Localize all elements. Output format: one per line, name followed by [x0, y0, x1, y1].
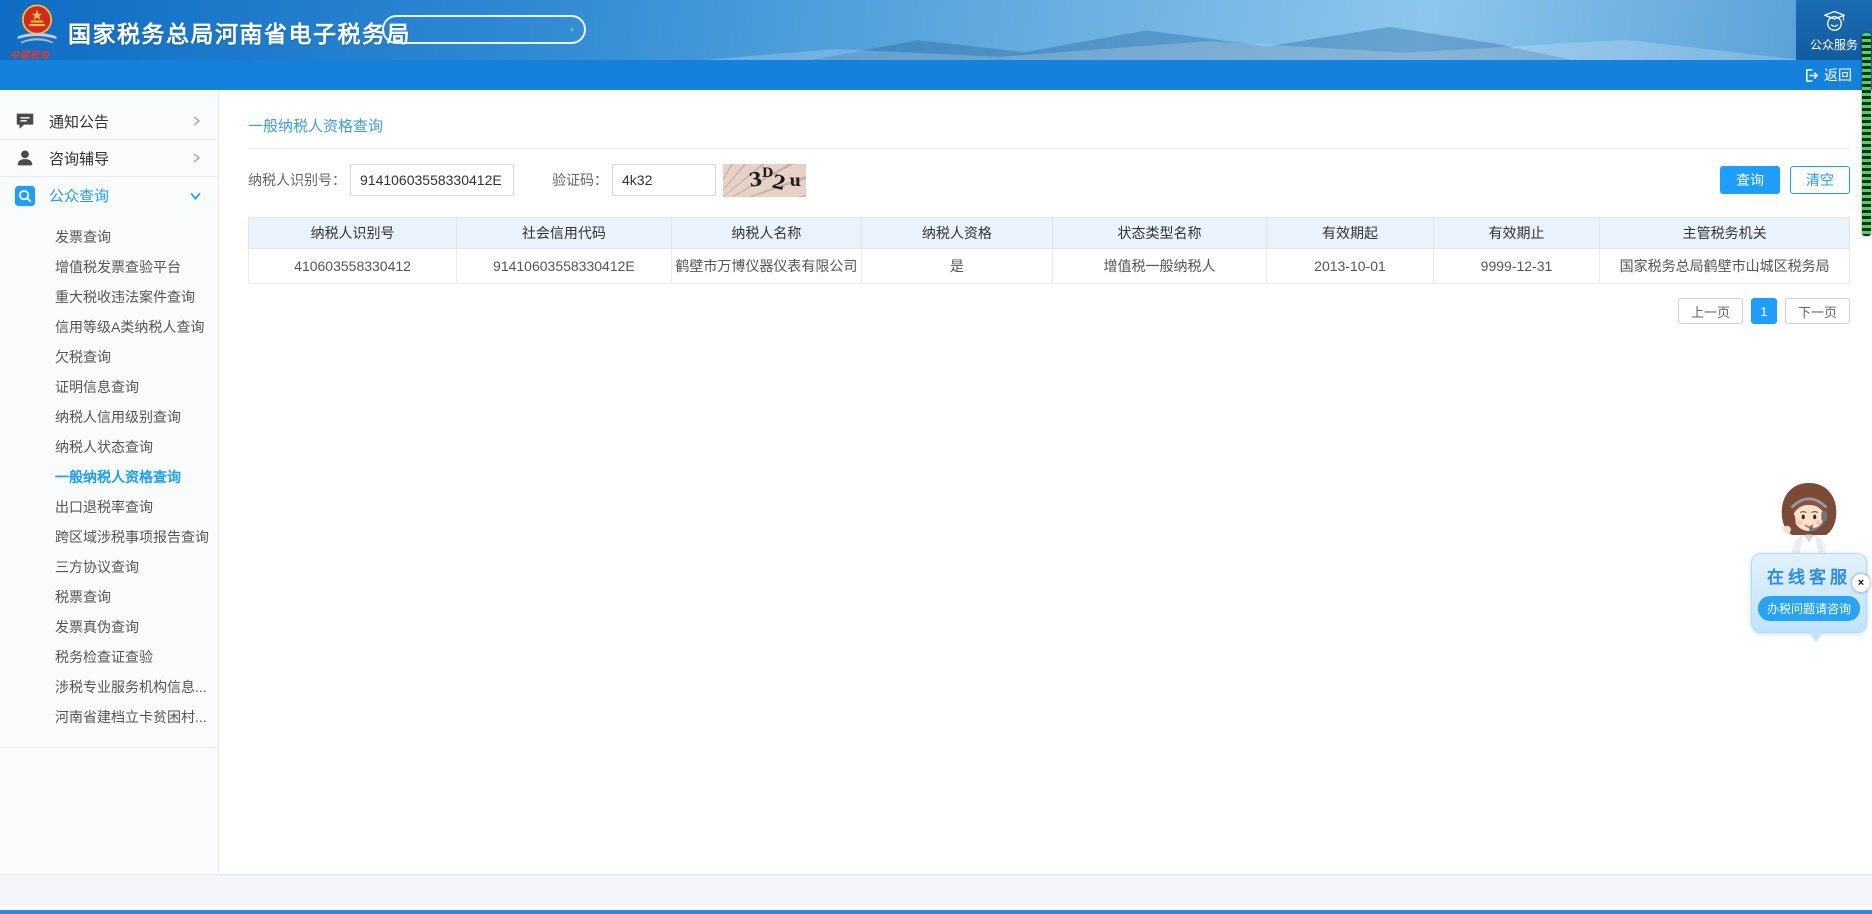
customer-service-widget: 在线客服 办税问题请咨询 ×	[1751, 479, 1867, 633]
title-divider	[248, 148, 1850, 149]
table-header-cell: 有效期起	[1267, 218, 1434, 249]
taxpayer-id-input[interactable]	[350, 164, 514, 196]
table-body: 410603558330412 91410603558330412E 鹤壁市万博…	[249, 249, 1850, 284]
customer-service-avatar[interactable]	[1765, 479, 1853, 561]
captcha-input[interactable]	[612, 164, 716, 196]
sub-header-bar: 返回	[0, 60, 1872, 90]
sidebar-submenu-item[interactable]: 增值税发票查验平台	[0, 252, 218, 282]
sidebar-item-public-query[interactable]: 公众查询	[0, 177, 218, 214]
chevron-right-icon	[190, 115, 202, 127]
sidebar-item-label: 通知公告	[49, 111, 109, 132]
public-service-icon	[1821, 7, 1848, 34]
tax-bureau-logo: 中国税务	[10, 2, 64, 60]
cell-valid-from: 2013-10-01	[1267, 249, 1434, 284]
public-service-label: 公众服务	[1810, 36, 1858, 53]
back-button[interactable]: 返回	[1804, 60, 1852, 90]
public-service-button[interactable]: 公众服务	[1796, 0, 1872, 60]
service-bubble-title: 在线客服	[1757, 563, 1861, 588]
taxpayer-id-label: 纳税人识别号：	[248, 170, 346, 190]
sidebar-submenu-item[interactable]: 纳税人信用级别查询	[0, 402, 218, 432]
pagination: 上一页 1 下一页	[220, 298, 1850, 324]
sidebar-submenu-item[interactable]: 跨区域涉税事项报告查询	[0, 522, 218, 552]
sidebar-submenu-item[interactable]: 发票查询	[0, 222, 218, 252]
captcha-char: D	[762, 166, 773, 181]
sidebar-submenu-item[interactable]: 河南省建档立卡贫困村...	[0, 702, 218, 732]
table-header-cell: 状态类型名称	[1052, 218, 1267, 249]
prev-page-button[interactable]: 上一页	[1678, 298, 1743, 324]
cell-credit-code: 91410603558330412E	[457, 249, 672, 284]
sidebar-submenu-item[interactable]: 证明信息查询	[0, 372, 218, 402]
table-header-cell: 主管税务机关	[1600, 218, 1850, 249]
app-header: 中国税务 国家税务总局河南省电子税务局 公众服务	[0, 0, 1872, 60]
service-bubble-subtitle[interactable]: 办税问题请咨询	[1758, 596, 1860, 621]
page-layout: 通知公告 咨询辅导 公众查询	[0, 90, 1872, 873]
table-header-cell: 有效期止	[1433, 218, 1600, 249]
table-header-cell: 社会信用代码	[457, 218, 672, 249]
clear-button[interactable]: 清空	[1790, 166, 1850, 194]
sidebar-submenu-item[interactable]: 出口退税率查询	[0, 492, 218, 522]
cell-qualification: 是	[862, 249, 1053, 284]
site-title: 国家税务总局河南省电子税务局	[68, 15, 411, 49]
cell-tax-authority: 国家税务总局鹤壁市山城区税务局	[1600, 249, 1850, 284]
header-search-input[interactable]	[394, 22, 570, 37]
main-content: 一般纳税人资格查询 纳税人识别号： 验证码： 3D2u 查询 清空	[220, 90, 1872, 873]
scrollbar-indicator[interactable]	[1862, 33, 1871, 236]
chevron-right-icon	[190, 152, 202, 164]
chevron-down-icon	[189, 189, 202, 202]
sidebar: 通知公告 咨询辅导 公众查询	[0, 90, 219, 873]
back-icon	[1804, 68, 1819, 83]
sidebar-item-consult[interactable]: 咨询辅导	[0, 140, 218, 177]
table-row[interactable]: 410603558330412 91410603558330412E 鹤壁市万博…	[249, 249, 1850, 284]
sidebar-submenu-item[interactable]: 税务检查证查验	[0, 642, 218, 672]
national-emblem-icon	[14, 2, 60, 46]
back-label: 返回	[1824, 65, 1852, 85]
sidebar-submenu-item[interactable]: 涉税专业服务机构信息...	[0, 672, 218, 702]
logo-caption: 中国税务	[10, 48, 64, 60]
sidebar-submenu-item[interactable]: 发票真伪查询	[0, 612, 218, 642]
results-table-wrap: 纳税人识别号社会信用代码纳税人名称纳税人资格状态类型名称有效期起有效期止主管税务…	[248, 217, 1850, 284]
sidebar-submenu-item[interactable]: 重大税收违法案件查询	[0, 282, 218, 312]
captcha-label: 验证码：	[552, 170, 608, 190]
captcha-image[interactable]: 3D2u	[723, 164, 806, 197]
header-mountain-decoration-2	[702, 34, 1802, 60]
page-title: 一般纳税人资格查询	[248, 115, 1872, 136]
cell-status-type: 增值税一般纳税人	[1052, 249, 1267, 284]
current-page-button[interactable]: 1	[1751, 298, 1777, 324]
sidebar-item-label: 咨询辅导	[49, 148, 109, 169]
query-form: 纳税人识别号： 验证码： 3D2u 查询 清空	[248, 163, 1850, 197]
footer-accent-strip	[0, 910, 1872, 914]
close-icon[interactable]: ×	[1852, 574, 1870, 592]
table-header-cell: 纳税人资格	[862, 218, 1053, 249]
sidebar-submenu-item[interactable]: 税票查询	[0, 582, 218, 612]
sidebar-submenu-item[interactable]: 纳税人状态查询	[0, 432, 218, 462]
sidebar-submenu-item[interactable]: 三方协议查询	[0, 552, 218, 582]
table-header-row: 纳税人识别号社会信用代码纳税人名称纳税人资格状态类型名称有效期起有效期止主管税务…	[249, 218, 1850, 249]
sidebar-submenu-item[interactable]: 一般纳税人资格查询	[0, 462, 218, 492]
header-search-box[interactable]	[382, 15, 586, 44]
sidebar-submenu: 发票查询 增值税发票查验平台 重大税收违法案件查询 信用等级A类纳税人查询 欠税…	[0, 214, 218, 748]
chat-bubble-icon	[14, 110, 36, 132]
cell-valid-to: 9999-12-31	[1433, 249, 1600, 284]
sidebar-submenu-item[interactable]: 信用等级A类纳税人查询	[0, 312, 218, 342]
table-header-cell: 纳税人名称	[671, 218, 862, 249]
captcha-char: u	[789, 171, 801, 190]
results-table: 纳税人识别号社会信用代码纳税人名称纳税人资格状态类型名称有效期起有效期止主管税务…	[248, 217, 1850, 284]
sidebar-item-notices[interactable]: 通知公告	[0, 103, 218, 140]
table-header-cell: 纳税人识别号	[249, 218, 457, 249]
next-page-button[interactable]: 下一页	[1785, 298, 1850, 324]
query-button[interactable]: 查询	[1720, 166, 1780, 194]
search-icon[interactable]	[570, 21, 574, 38]
cell-taxpayer-name: 鹤壁市万博仪器仪表有限公司	[671, 249, 862, 284]
person-icon	[14, 147, 36, 169]
sidebar-submenu-item[interactable]: 欠税查询	[0, 342, 218, 372]
sidebar-item-label: 公众查询	[49, 185, 109, 206]
service-bubble[interactable]: 在线客服 办税问题请咨询 ×	[1751, 553, 1867, 633]
form-buttons: 查询 清空	[1720, 166, 1850, 194]
public-query-icon	[14, 185, 36, 207]
cell-taxpayer-id: 410603558330412	[249, 249, 457, 284]
service-bubble-tail	[1808, 631, 1824, 642]
footer-bar	[0, 874, 1872, 906]
